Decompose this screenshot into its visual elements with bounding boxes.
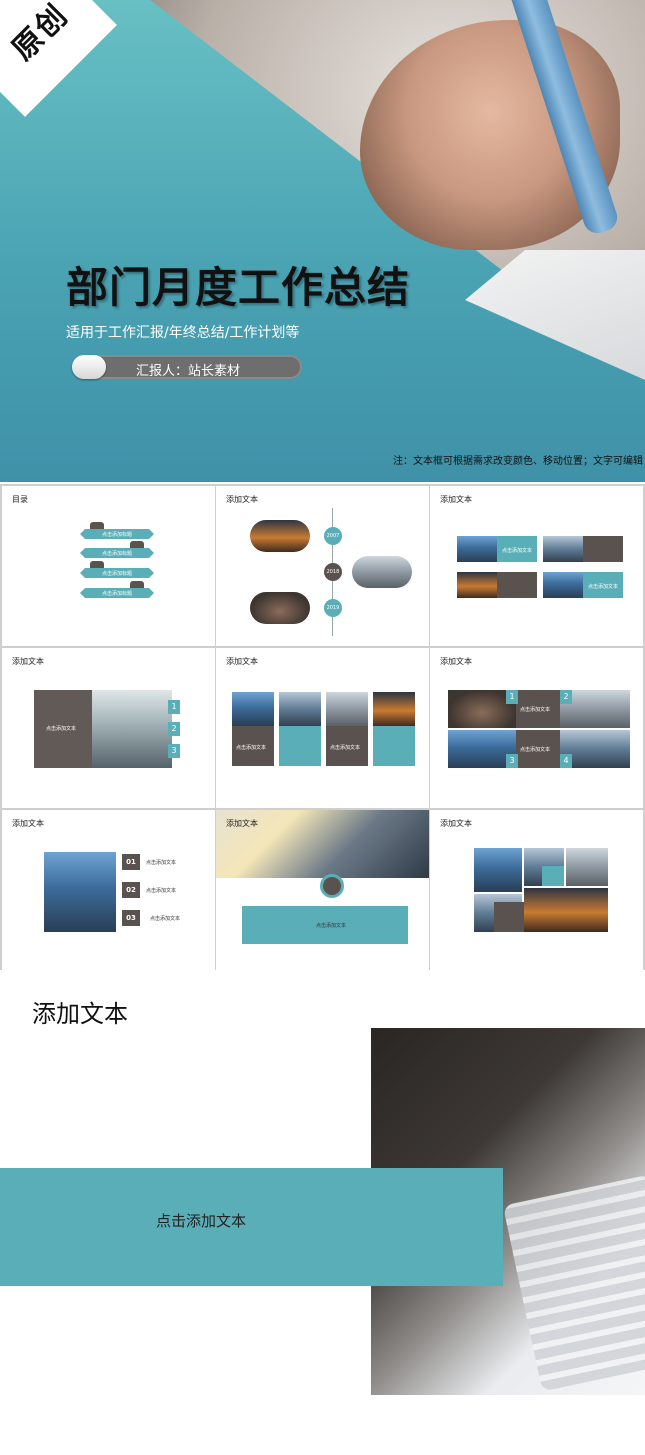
hero-subtitle: 适用于工作汇报/年终总结/工作计划等 (66, 325, 300, 341)
thumb-cell (494, 902, 524, 932)
thumb-cell (373, 726, 415, 766)
num-box: 4 (560, 754, 572, 768)
thumb-cell: 点击添加文本 (232, 726, 274, 766)
step-text: 点击添加文本 (150, 916, 181, 922)
thumb-label: 添加文本 (226, 495, 258, 504)
thumb-label: 添加文本 (12, 819, 44, 828)
num-box: 2 (560, 690, 572, 704)
year-dot: 2018 (324, 563, 342, 581)
thumb-timeline[interactable]: 添加文本 2007 2018 2019 (216, 486, 429, 646)
bottom-band-text: 点击添加文本 (156, 1212, 247, 1230)
step-box: 03 (122, 910, 140, 926)
contents-item: 点击添加标题 (80, 529, 154, 539)
step-box: 01 (122, 854, 140, 870)
step-text: 点击添加文本 (146, 888, 177, 894)
thumb-photo (457, 572, 497, 598)
thumb-photo (566, 848, 608, 886)
thumb-label: 添加文本 (440, 819, 472, 828)
num-box: 3 (168, 744, 180, 758)
paper-image (465, 250, 645, 380)
thumb-mosaic[interactable]: 添加文本 (430, 810, 643, 970)
thumb-cell: 点击添加文本 (242, 906, 408, 944)
thumb-cell: 点击添加文本 (34, 690, 92, 768)
arrow-tab (130, 541, 144, 549)
thumb-mountain[interactable]: 添加文本 点击添加文本 1 2 3 (2, 648, 215, 808)
thumb-photo (474, 848, 522, 892)
num-box: 1 (506, 690, 518, 704)
thumb-cell (542, 866, 564, 886)
thumb-grid-photos[interactable]: 添加文本 点击添加文本 点击添加文本 (430, 486, 643, 646)
timeline-photo (250, 592, 310, 624)
year-dot: 2019 (324, 599, 342, 617)
timeline-photo (352, 556, 412, 588)
thumb-label: 添加文本 (12, 657, 44, 666)
arrow-tab (130, 581, 144, 589)
thumb-cell (583, 536, 623, 562)
thumb-photo (44, 852, 116, 932)
reporter-knob (72, 355, 106, 379)
bottom-text-band[interactable]: 点击添加文本 (0, 1168, 503, 1286)
timeline-photo (250, 520, 310, 552)
step-text: 点击添加文本 (146, 860, 177, 866)
thumb-numbered[interactable]: 添加文本 点击添加文本 点击添加文本 1 2 3 4 (430, 648, 643, 808)
thumb-label: 添加文本 (226, 657, 258, 666)
thumb-label: 添加文本 (226, 819, 258, 828)
thumb-buildings[interactable]: 添加文本 点击添加文本 (216, 810, 429, 970)
thumb-label: 添加文本 (440, 495, 472, 504)
hero-title: 部门月度工作总结 (66, 263, 411, 312)
thumb-label: 添加文本 (440, 657, 472, 666)
thumbnail-grid: 目录 点击添加标题 点击添加标题 点击添加标题 点击添加标题 添加文本 2007… (0, 484, 645, 970)
thumb-columns[interactable]: 添加文本 点击添加文本 点击添加文本 (216, 648, 429, 808)
circle-accent (320, 874, 344, 898)
thumb-cell (497, 572, 537, 598)
thumb-photo (279, 692, 321, 726)
reporter-text: 汇报人：站长素材 (136, 364, 241, 379)
thumb-photo (524, 888, 608, 932)
hero-slide: 原创 部门月度工作总结 适用于工作汇报/年终总结/工作计划等 汇报人：站长素材 … (0, 0, 645, 482)
thumb-photo (373, 692, 415, 726)
arrow-tab (90, 522, 104, 530)
num-box: 2 (168, 722, 180, 736)
contents-item: 点击添加标题 (80, 548, 154, 558)
num-box: 1 (168, 700, 180, 714)
thumb-photo (326, 692, 368, 726)
keyboard-image (502, 1174, 645, 1392)
year-dot: 2007 (324, 527, 342, 545)
thumb-label: 目录 (12, 495, 28, 504)
hero-note: 注：文本框可根据需求改变颜色、移动位置；文字可编辑 (393, 456, 643, 467)
thumb-photo (543, 536, 583, 562)
contents-item: 点击添加标题 (80, 568, 154, 578)
reporter-pill: 汇报人：站长素材 (72, 355, 302, 379)
thumb-cell: 点击添加文本 (516, 730, 560, 768)
bottom-title: 添加文本 (32, 1000, 128, 1028)
thumb-steps[interactable]: 添加文本 01 点击添加文本 02 点击添加文本 03 点击添加文本 (2, 810, 215, 970)
thumb-cell: 点击添加文本 (326, 726, 368, 766)
arrow-tab (90, 561, 104, 569)
thumb-contents[interactable]: 目录 点击添加标题 点击添加标题 点击添加标题 点击添加标题 (2, 486, 215, 646)
thumb-cell: 点击添加文本 (516, 690, 560, 728)
contents-item: 点击添加标题 (80, 588, 154, 598)
thumb-photo (457, 536, 497, 562)
thumb-cell (279, 726, 321, 766)
thumb-cell: 点击添加文本 (583, 572, 623, 598)
thumb-photo (543, 572, 583, 598)
thumb-photo (92, 690, 172, 768)
thumb-photo (232, 692, 274, 726)
step-box: 02 (122, 882, 140, 898)
num-box: 3 (506, 754, 518, 768)
thumb-cell: 点击添加文本 (497, 536, 537, 562)
